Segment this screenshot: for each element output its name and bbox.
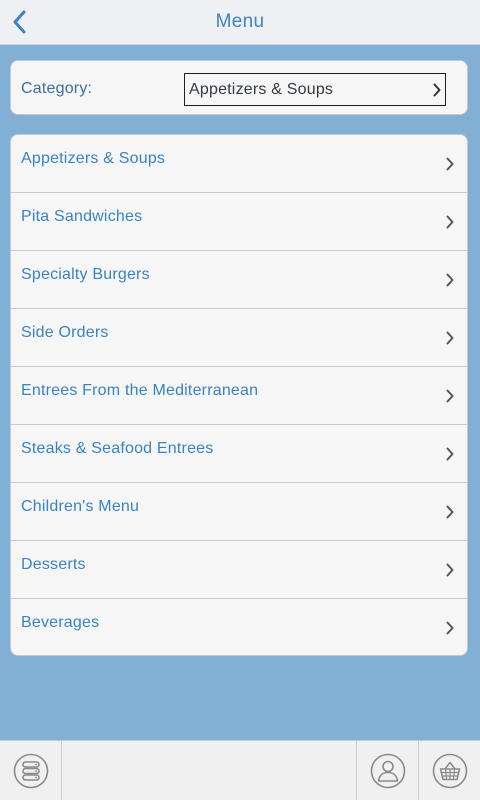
- category-select-value: Appetizers & Soups: [189, 81, 334, 98]
- database-icon: [13, 753, 48, 788]
- basket-button[interactable]: [419, 741, 480, 800]
- chevron-right-icon: [433, 83, 441, 97]
- page-title: Menu: [215, 11, 265, 32]
- chevron-right-icon: [446, 621, 454, 635]
- menu-category-label: Beverages: [21, 614, 100, 631]
- menu-category-item[interactable]: Beverages: [11, 599, 467, 655]
- menu-category-item[interactable]: Entrees From the Mediterranean: [11, 367, 467, 425]
- category-panel: Category: Appetizers & Soups: [10, 60, 468, 115]
- chevron-right-icon: [446, 563, 454, 577]
- chevron-right-icon: [446, 157, 454, 171]
- basket-icon: [432, 753, 467, 788]
- menu-category-item[interactable]: Pita Sandwiches: [11, 193, 467, 251]
- menu-category-item[interactable]: Appetizers & Soups: [11, 135, 467, 193]
- menu-category-label: Entrees From the Mediterranean: [21, 382, 259, 399]
- menu-category-item[interactable]: Steaks & Seafood Entrees: [11, 425, 467, 483]
- chevron-right-icon: [446, 447, 454, 461]
- menu-category-list: Appetizers & Soups Pita Sandwiches Special…: [10, 134, 468, 656]
- menu-category-label: Desserts: [21, 556, 86, 573]
- chevron-right-icon: [446, 331, 454, 345]
- bottom-toolbar: [0, 740, 480, 800]
- chevron-right-icon: [446, 505, 454, 519]
- category-label: Category:: [21, 80, 93, 97]
- chevron-right-icon: [446, 389, 454, 403]
- menu-category-item[interactable]: Desserts: [11, 541, 467, 599]
- account-button[interactable]: [357, 741, 418, 800]
- menu-category-label: Children's Menu: [21, 498, 140, 515]
- toolbar-divider: [61, 741, 62, 800]
- menu-category-item[interactable]: Children's Menu: [11, 483, 467, 541]
- menu-category-label: Pita Sandwiches: [21, 208, 143, 225]
- header-bar: Menu: [0, 0, 480, 45]
- category-select[interactable]: Appetizers & Soups: [184, 73, 446, 106]
- menu-category-item[interactable]: Side Orders: [11, 309, 467, 367]
- menu-category-label: Steaks & Seafood Entrees: [21, 440, 214, 457]
- database-button[interactable]: [0, 741, 61, 800]
- chevron-right-icon: [446, 273, 454, 287]
- menu-category-label: Side Orders: [21, 324, 109, 341]
- app-screen: Menu Category: Appetizers & Soups Appeti…: [0, 0, 480, 800]
- user-icon: [370, 753, 405, 788]
- menu-category-item[interactable]: Specialty Burgers: [11, 251, 467, 309]
- chevron-right-icon: [446, 215, 454, 229]
- menu-category-label: Appetizers & Soups: [21, 150, 166, 167]
- menu-category-label: Specialty Burgers: [21, 266, 150, 283]
